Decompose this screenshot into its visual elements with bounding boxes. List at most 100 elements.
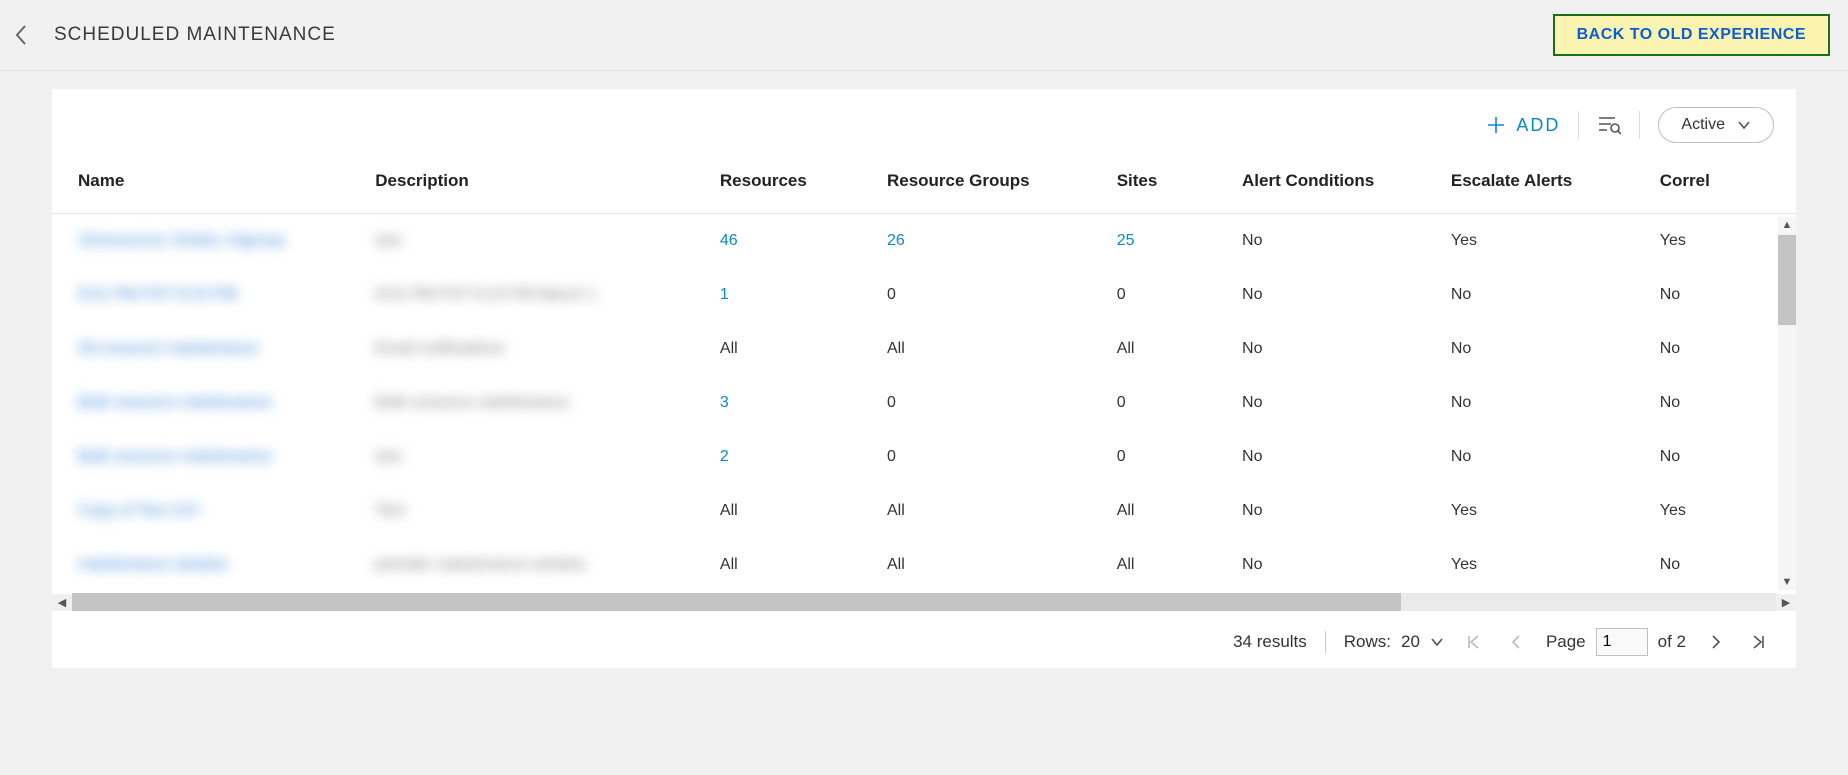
row-name-link[interactable]: 8:01 PM PST 8:15 PM (78, 286, 237, 303)
last-page-button[interactable] (1746, 632, 1770, 652)
status-filter-dropdown[interactable]: Active (1658, 107, 1774, 143)
row-resources: All (720, 340, 738, 357)
row-correl: Yes (1660, 502, 1686, 519)
row-sites: 0 (1117, 448, 1126, 465)
vertical-scrollbar[interactable]: ▲ ▼ (1778, 217, 1796, 590)
chevron-left-icon (14, 24, 28, 46)
row-resource-groups[interactable]: 26 (887, 232, 905, 249)
row-escalate-alerts: No (1451, 340, 1471, 357)
row-name-link[interactable]: Bulk resource maintenance (78, 394, 272, 411)
row-sites: All (1117, 556, 1135, 573)
row-escalate-alerts: Yes (1451, 232, 1477, 249)
col-header-resources[interactable]: Resources (710, 157, 877, 214)
divider (1578, 111, 1579, 139)
row-sites[interactable]: 25 (1117, 232, 1135, 249)
maintenance-table: Name Description Resources Resource Grou… (52, 157, 1796, 592)
table-row[interactable]: 10resources 15sites 10group test 46 26 25 No Y… (52, 214, 1796, 269)
row-resource-groups: 0 (887, 448, 896, 465)
row-resources[interactable]: 1 (720, 286, 729, 303)
col-header-description[interactable]: Description (365, 157, 710, 214)
page-number-input[interactable] (1596, 628, 1648, 656)
table-wrap: Name Description Resources Resource Grou… (52, 157, 1796, 612)
horizontal-scroll-track[interactable] (72, 593, 1776, 611)
plus-icon (1486, 115, 1506, 135)
row-name-link[interactable]: Bulk resource maintenance (78, 448, 272, 465)
content-panel: ADD Active (52, 89, 1796, 668)
table-row[interactable]: maintenance windowperiodic maintenance w… (52, 538, 1796, 592)
row-resource-groups: All (887, 502, 905, 519)
row-name-link[interactable]: All resource maintenance (78, 340, 259, 357)
row-resource-groups: All (887, 340, 905, 357)
row-correl: No (1660, 448, 1680, 465)
scroll-left-arrow[interactable]: ◀ (52, 594, 72, 611)
table-row[interactable]: Copy of Test 123 Test All All All No Yes Yes (52, 484, 1796, 538)
page-label: Page (1546, 632, 1586, 652)
table-row[interactable]: Bulk resource maintenance Bulk resource m… (52, 376, 1796, 430)
row-name-link[interactable]: maintenance window (78, 556, 227, 573)
row-escalate-alerts: No (1451, 448, 1471, 465)
last-page-icon (1750, 634, 1766, 650)
filter-search-button[interactable] (1597, 115, 1621, 135)
row-sites: 0 (1117, 394, 1126, 411)
row-escalate-alerts: Yes (1451, 556, 1477, 573)
next-page-button[interactable] (1706, 632, 1726, 652)
row-name-link[interactable]: Copy of Test 123 (78, 502, 198, 519)
first-page-icon (1466, 634, 1482, 650)
row-alert-conditions: No (1242, 556, 1262, 573)
row-correl: No (1660, 394, 1680, 411)
add-button[interactable]: ADD (1486, 115, 1560, 136)
row-resources[interactable]: 2 (720, 448, 729, 465)
row-alert-conditions: No (1242, 232, 1262, 249)
divider (1325, 631, 1326, 653)
row-name-link[interactable]: 10resources 15sites 10group (78, 232, 284, 249)
vertical-scroll-thumb[interactable] (1778, 235, 1796, 325)
table-row[interactable]: All resource maintenanceEmail notificati… (52, 322, 1796, 376)
row-resources: All (720, 502, 738, 519)
scroll-right-arrow[interactable]: ▶ (1776, 594, 1796, 611)
back-button[interactable] (10, 24, 32, 46)
back-to-old-experience-button[interactable]: BACK TO OLD EXPERIENCE (1553, 14, 1830, 56)
col-header-sites[interactable]: Sites (1107, 157, 1232, 214)
table-row[interactable]: Bulk resource maintenance test 2 0 0 No No No (52, 430, 1796, 484)
scroll-up-arrow[interactable]: ▲ (1782, 217, 1793, 233)
row-correl: Yes (1660, 232, 1686, 249)
row-escalate-alerts: Yes (1451, 502, 1477, 519)
row-resources[interactable]: 46 (720, 232, 738, 249)
row-alert-conditions: No (1242, 448, 1262, 465)
row-correl: No (1660, 340, 1680, 357)
page-title: SCHEDULED MAINTENANCE (54, 24, 336, 46)
table-row[interactable]: 8:01 PM PST 8:15 PM8:01 PM PST 8:15 PM M… (52, 268, 1796, 322)
row-escalate-alerts: No (1451, 286, 1471, 303)
prev-page-button[interactable] (1506, 632, 1526, 652)
row-description: test (375, 232, 401, 249)
status-filter-label: Active (1681, 116, 1725, 134)
chevron-down-icon (1430, 637, 1444, 647)
add-button-label: ADD (1516, 115, 1560, 136)
row-alert-conditions: No (1242, 502, 1262, 519)
row-correl: No (1660, 286, 1680, 303)
horizontal-scroll-thumb[interactable] (72, 593, 1401, 611)
pagination-bar: 34 results Rows: 20 Page of 2 (52, 612, 1796, 668)
col-header-name[interactable]: Name (52, 157, 365, 214)
col-header-alert-conditions[interactable]: Alert Conditions (1232, 157, 1441, 214)
chevron-down-icon (1737, 120, 1751, 130)
col-header-escalate-alerts[interactable]: Escalate Alerts (1441, 157, 1650, 214)
row-resources[interactable]: 3 (720, 394, 729, 411)
filter-search-icon (1597, 115, 1621, 135)
rows-value: 20 (1401, 632, 1420, 652)
row-resource-groups: 0 (887, 286, 896, 303)
row-sites: All (1117, 502, 1135, 519)
first-page-button[interactable] (1462, 632, 1486, 652)
row-description: Bulk resource maintenance (375, 394, 569, 411)
row-resource-groups: All (887, 556, 905, 573)
table-header-row: Name Description Resources Resource Grou… (52, 157, 1796, 214)
col-header-correl[interactable]: Correl (1650, 157, 1796, 214)
row-description: Test (375, 502, 404, 519)
scroll-down-arrow[interactable]: ▼ (1782, 574, 1793, 590)
rows-per-page-dropdown[interactable]: Rows: 20 (1344, 632, 1444, 652)
horizontal-scrollbar[interactable]: ◀ ▶ (52, 592, 1796, 612)
row-description: test (375, 448, 401, 465)
col-header-resource-groups[interactable]: Resource Groups (877, 157, 1107, 214)
toolbar: ADD Active (52, 89, 1796, 157)
page-nav: Page of 2 (1462, 628, 1770, 656)
